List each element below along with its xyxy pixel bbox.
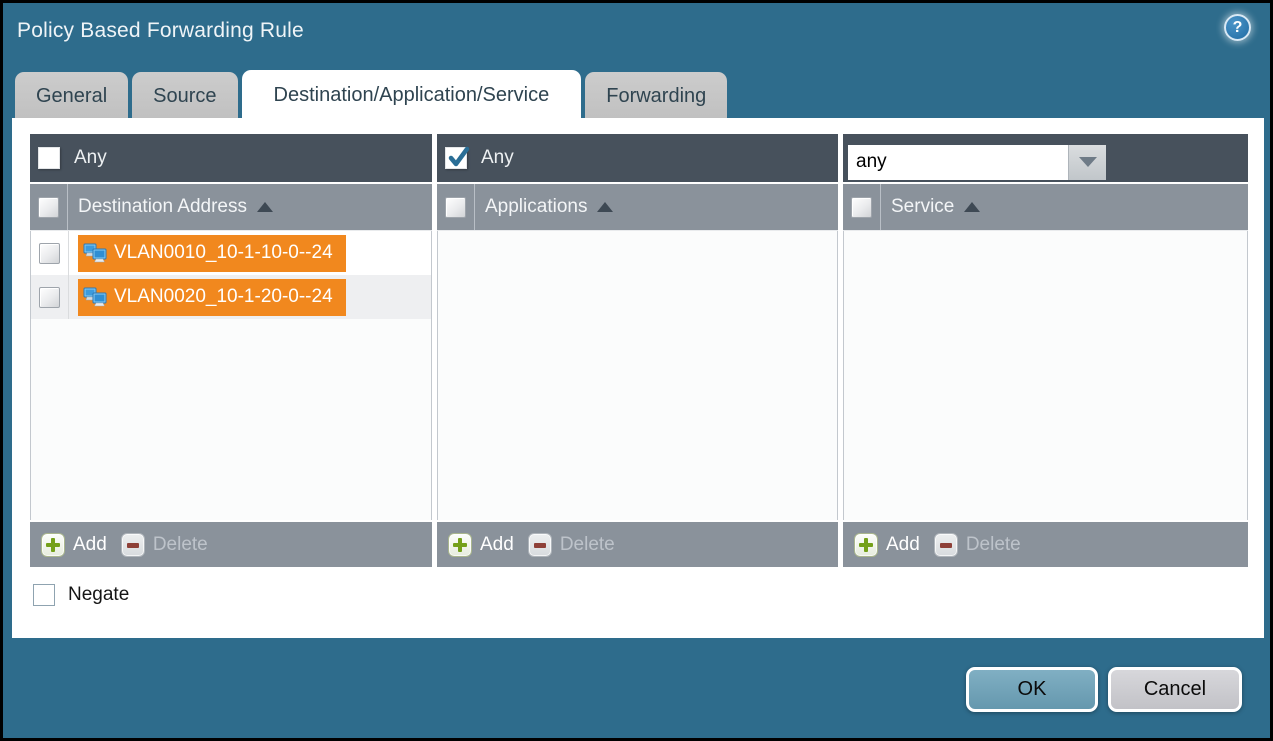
address-object-chip[interactable]: VLAN0010_10-1-10-0--24	[78, 235, 346, 272]
service-list	[843, 231, 1248, 520]
row-checkbox[interactable]	[39, 287, 60, 308]
tab-forwarding[interactable]: Forwarding	[585, 72, 727, 120]
help-glyph: ?	[1233, 19, 1243, 37]
delete-button[interactable]: Delete	[121, 533, 208, 557]
tab-source[interactable]: Source	[132, 72, 237, 120]
sort-ascending-icon	[964, 202, 980, 212]
table-row: VLAN0010_10-1-10-0--24	[31, 231, 431, 275]
delete-minus-icon	[121, 533, 145, 557]
add-plus-icon	[448, 533, 472, 557]
applications-footer: Add Delete	[437, 520, 838, 567]
negate-checkbox[interactable]	[33, 584, 55, 606]
sort-ascending-icon	[597, 202, 613, 212]
network-address-icon	[83, 287, 107, 307]
destination-header-label: Destination Address	[78, 196, 247, 218]
policy-based-forwarding-dialog: Policy Based Forwarding Rule ? General S…	[0, 0, 1273, 741]
delete-minus-icon	[934, 533, 958, 557]
applications-any-bar: Any	[437, 134, 838, 184]
sort-ascending-icon	[257, 202, 273, 212]
applications-header-label: Applications	[485, 196, 587, 218]
destination-any-bar: Any	[30, 134, 432, 184]
destination-column-header[interactable]: Destination Address	[30, 184, 432, 231]
service-footer: Add Delete	[843, 520, 1248, 567]
service-dropdown-button[interactable]	[1068, 145, 1106, 180]
tab-bar: General Source Destination/Application/S…	[15, 70, 727, 120]
tab-general[interactable]: General	[15, 72, 128, 120]
row-checkbox[interactable]	[39, 243, 60, 264]
help-icon[interactable]: ?	[1224, 14, 1251, 41]
destination-address-column: Any Destination Address V	[30, 134, 432, 567]
address-object-label: VLAN0020_10-1-20-0--24	[114, 286, 333, 308]
add-plus-icon	[41, 533, 65, 557]
destination-any-label: Any	[74, 147, 107, 169]
applications-column: Any Applications Add Delete	[437, 134, 838, 567]
service-any-bar: any	[843, 134, 1248, 184]
service-column: any Service Add Delete	[843, 134, 1248, 567]
service-dropdown[interactable]: any	[848, 145, 1106, 180]
add-button[interactable]: Add	[448, 533, 514, 557]
negate-option: Negate	[33, 584, 129, 606]
delete-button[interactable]: Delete	[934, 533, 1021, 557]
delete-button[interactable]: Delete	[528, 533, 615, 557]
applications-any-label: Any	[481, 147, 514, 169]
address-object-label: VLAN0010_10-1-10-0--24	[114, 242, 333, 264]
add-button[interactable]: Add	[41, 533, 107, 557]
applications-list	[437, 231, 838, 520]
service-dropdown-value[interactable]: any	[848, 145, 1068, 180]
cancel-button[interactable]: Cancel	[1108, 667, 1242, 712]
add-plus-icon	[854, 533, 878, 557]
tab-destination-application-service[interactable]: Destination/Application/Service	[242, 70, 582, 120]
negate-label: Negate	[68, 584, 129, 606]
checkmark-icon	[446, 145, 472, 171]
applications-any-checkbox[interactable]	[445, 147, 467, 169]
chevron-down-icon	[1079, 157, 1097, 167]
add-button[interactable]: Add	[854, 533, 920, 557]
ok-button[interactable]: OK	[966, 667, 1098, 712]
service-header-label: Service	[891, 196, 954, 218]
destination-select-all-checkbox[interactable]	[38, 197, 59, 218]
network-address-icon	[83, 243, 107, 263]
dialog-title: Policy Based Forwarding Rule	[17, 19, 304, 43]
service-select-all-checkbox[interactable]	[851, 197, 872, 218]
destination-footer: Add Delete	[30, 520, 432, 567]
destination-any-checkbox[interactable]	[38, 147, 60, 169]
applications-column-header[interactable]: Applications	[437, 184, 838, 231]
table-row: VLAN0020_10-1-20-0--24	[31, 275, 431, 319]
applications-select-all-checkbox[interactable]	[445, 197, 466, 218]
address-object-chip[interactable]: VLAN0020_10-1-20-0--24	[78, 279, 346, 316]
service-column-header[interactable]: Service	[843, 184, 1248, 231]
destination-list: VLAN0010_10-1-10-0--24 VLAN0020_10-1-20-…	[30, 231, 432, 520]
delete-minus-icon	[528, 533, 552, 557]
